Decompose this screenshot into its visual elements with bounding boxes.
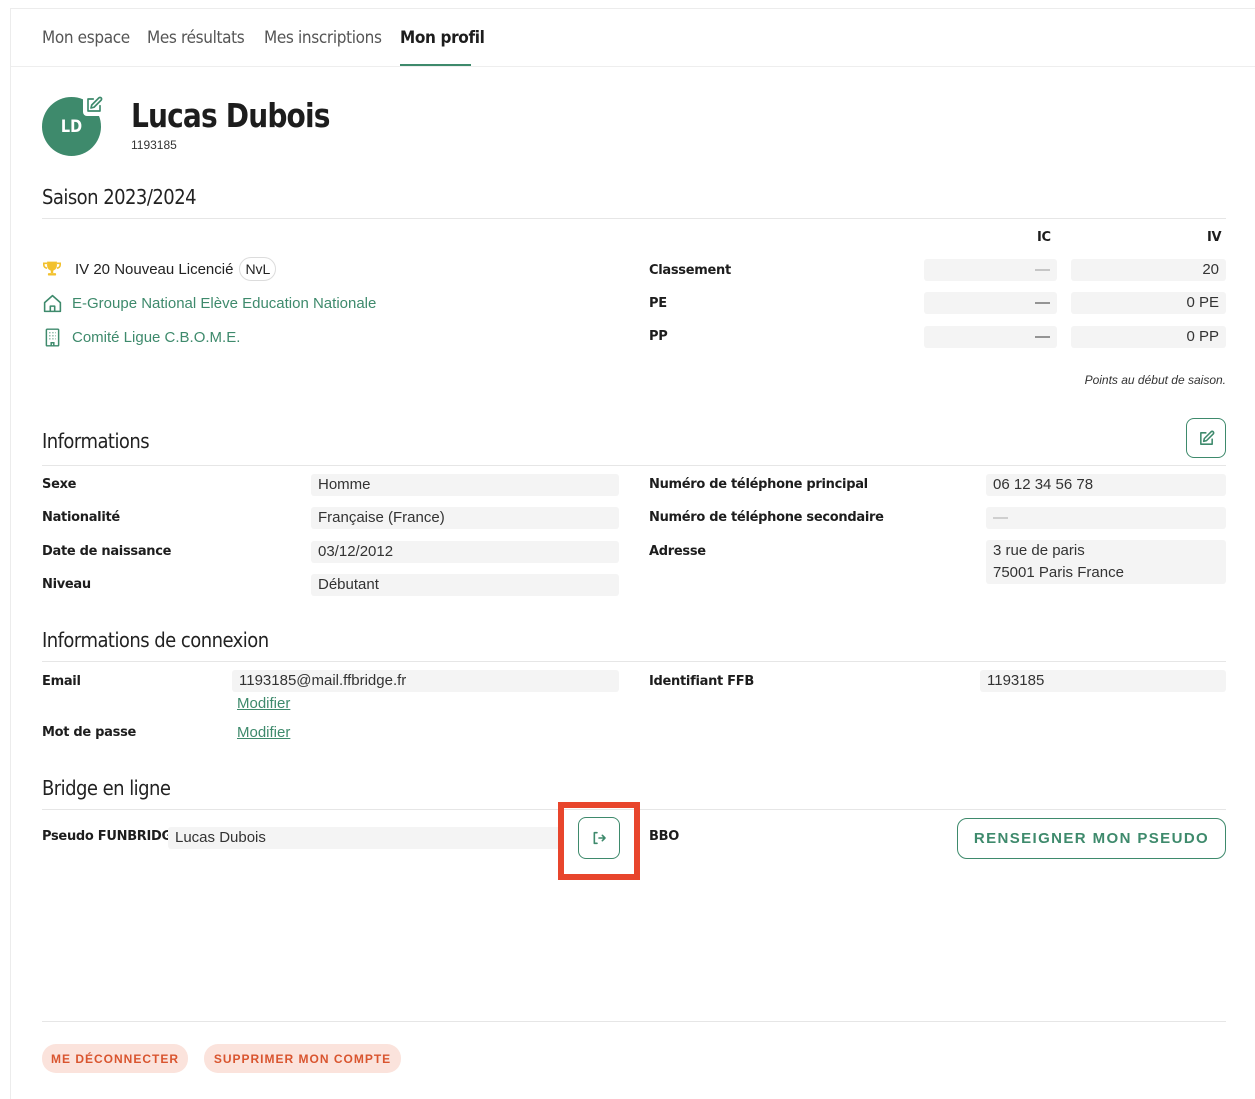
tab-mon-profil[interactable]: Mon profil bbox=[400, 28, 485, 48]
funbridge-login-button[interactable] bbox=[578, 817, 620, 859]
footer-divider bbox=[42, 1021, 1226, 1022]
adresse-line-2: 75001 Paris France bbox=[993, 564, 1124, 581]
trophy-icon bbox=[42, 260, 64, 278]
row-label-pp: PP bbox=[649, 329, 668, 344]
pp-iv: 0 PP bbox=[1071, 326, 1226, 348]
label-email: Email bbox=[42, 674, 81, 689]
connexion-title: Informations de connexion bbox=[42, 628, 269, 652]
logout-button[interactable]: ME DÉCONNECTER bbox=[42, 1044, 188, 1073]
profile-name: Lucas Dubois bbox=[131, 96, 330, 135]
label-funbridge: Pseudo FUNBRIDGE bbox=[42, 829, 181, 844]
classement-ic: — bbox=[924, 259, 1057, 281]
committee-row[interactable]: Comité Ligue C.B.O.M.E. bbox=[42, 326, 240, 348]
label-date-naissance: Date de naissance bbox=[42, 544, 172, 559]
value-sexe: Homme bbox=[311, 474, 619, 496]
pe-ic: — bbox=[924, 292, 1057, 314]
rank-row: IV 20 Nouveau Licencié NvL bbox=[42, 256, 277, 282]
committee-link[interactable]: Comité Ligue C.B.O.M.E. bbox=[72, 329, 240, 346]
row-label-classement: Classement bbox=[649, 263, 731, 278]
group-row[interactable]: E-Groupe National Elève Education Nation… bbox=[42, 292, 376, 314]
label-ffb-id: Identifiant FFB bbox=[649, 674, 754, 689]
login-arrow-icon bbox=[591, 830, 607, 846]
season-divider bbox=[42, 218, 1226, 219]
nav-divider bbox=[11, 66, 1255, 67]
label-password: Mot de passe bbox=[42, 725, 137, 740]
label-sexe: Sexe bbox=[42, 477, 77, 492]
avatar[interactable]: LD bbox=[42, 94, 105, 156]
value-niveau: Débutant bbox=[311, 574, 619, 596]
value-phone-secondary: — bbox=[986, 507, 1226, 529]
informations-title: Informations bbox=[42, 429, 150, 453]
label-niveau: Niveau bbox=[42, 577, 91, 592]
classement-iv: 20 bbox=[1071, 259, 1226, 281]
col-header-ic: IC bbox=[1037, 230, 1051, 245]
modify-password-link[interactable]: Modifier bbox=[237, 724, 290, 741]
value-date-naissance: 03/12/2012 bbox=[311, 541, 619, 563]
col-header-iv: IV bbox=[1207, 230, 1222, 245]
tab-mes-inscriptions[interactable]: Mes inscriptions bbox=[264, 28, 382, 48]
informations-divider bbox=[42, 465, 1226, 466]
label-phone-primary: Numéro de téléphone principal bbox=[649, 477, 868, 492]
label-adresse: Adresse bbox=[649, 544, 706, 559]
value-phone-primary: 06 12 34 56 78 bbox=[986, 474, 1226, 496]
value-ffb-id: 1193185 bbox=[980, 670, 1226, 692]
connexion-divider bbox=[42, 661, 1226, 662]
rank-badge: NvL bbox=[239, 257, 277, 281]
value-email: 1193185@mail.ffbridge.fr bbox=[232, 670, 619, 692]
value-funbridge: Lucas Dubois bbox=[168, 827, 561, 849]
value-adresse: 3 rue de paris 75001 Paris France bbox=[986, 540, 1226, 584]
adresse-line-1: 3 rue de paris bbox=[993, 542, 1085, 559]
tab-mes-resultats[interactable]: Mes résultats bbox=[147, 28, 245, 48]
label-phone-secondary: Numéro de téléphone secondaire bbox=[649, 510, 884, 525]
license-number: 1193185 bbox=[131, 138, 177, 152]
edit-informations-button[interactable] bbox=[1186, 418, 1226, 458]
delete-account-button[interactable]: SUPPRIMER MON COMPTE bbox=[204, 1044, 401, 1073]
season-note: Points au début de saison. bbox=[1084, 373, 1226, 387]
edit-avatar-icon[interactable] bbox=[83, 94, 105, 116]
edit-icon bbox=[1198, 430, 1215, 447]
home-icon bbox=[42, 293, 63, 314]
building-icon bbox=[42, 327, 63, 348]
modify-email-link[interactable]: Modifier bbox=[237, 695, 290, 712]
season-title: Saison 2023/2024 bbox=[42, 185, 197, 209]
value-nationalite: Française (France) bbox=[311, 507, 619, 529]
row-label-pe: PE bbox=[649, 296, 667, 311]
avatar-initials: LD bbox=[60, 116, 83, 137]
tab-mon-espace[interactable]: Mon espace bbox=[42, 28, 130, 48]
label-bbo: BBO bbox=[649, 829, 679, 844]
rank-text: IV 20 Nouveau Licencié bbox=[75, 260, 234, 278]
pp-ic: — bbox=[924, 326, 1057, 348]
label-nationalite: Nationalité bbox=[42, 510, 120, 525]
bridge-title: Bridge en ligne bbox=[42, 776, 171, 800]
pe-iv: 0 PE bbox=[1071, 292, 1226, 314]
bbo-set-pseudo-button[interactable]: RENSEIGNER MON PSEUDO bbox=[957, 818, 1226, 859]
group-link[interactable]: E-Groupe National Elève Education Nation… bbox=[72, 295, 376, 312]
